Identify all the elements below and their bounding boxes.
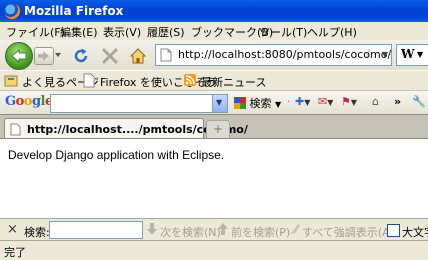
- plus-icon[interactable]: ✚▼: [295, 95, 310, 108]
- page-content: Develop Django application with Eclipse.: [0, 138, 428, 219]
- page-icon: [83, 73, 95, 88]
- tab-active[interactable]: http://localhost..../pmtools/cocomo/: [4, 118, 248, 140]
- reload-icon: [74, 48, 88, 63]
- google-logo[interactable]: Google: [5, 94, 53, 109]
- window-title: Mozilla Firefox: [24, 4, 124, 18]
- chevron-down-icon: [55, 53, 61, 57]
- google-search-button[interactable]: 検索 ▼: [234, 95, 281, 111]
- mail-icon[interactable]: ✉▼: [318, 95, 333, 108]
- status-bar: 完了: [0, 240, 428, 259]
- bookmarks-toolbar: よく見るページ Firefox を使いこなそう 最新ニュース: [0, 70, 428, 91]
- menu-tools[interactable]: ツール(T): [259, 24, 307, 40]
- bookmark-firefox-tips[interactable]: Firefox を使いこなそう: [82, 73, 217, 89]
- back-button[interactable]: [5, 42, 33, 70]
- find-label: 検索:: [24, 226, 50, 239]
- rss-feed-icon: [184, 74, 196, 86]
- match-case-label: 大文字: [402, 226, 428, 239]
- history-dropdown-button[interactable]: [53, 48, 63, 62]
- wrench-icon[interactable]: 🔧: [412, 95, 426, 108]
- close-icon[interactable]: ×: [7, 222, 18, 237]
- reload-button[interactable]: [72, 47, 90, 65]
- folder-icon: [4, 75, 18, 87]
- building-icon[interactable]: ⌂: [372, 95, 379, 108]
- wikipedia-icon: W: [401, 47, 415, 61]
- url-bar[interactable]: http://localhost:8080/pmtools/cocomo/ ☆ …: [155, 44, 392, 66]
- bookmark-latest-news[interactable]: 最新ニュース: [183, 73, 266, 89]
- home-icon: [129, 48, 147, 64]
- highlight-all-button[interactable]: すべて強調表示(A): [302, 224, 394, 240]
- find-bar: × 検索: 次を検索(N) 前を検索(P) すべて強調表示(A) 大文字: [0, 218, 428, 241]
- url-dropdown-icon[interactable]: ▼: [382, 50, 388, 59]
- chevron-down-icon: ▼: [275, 100, 282, 109]
- firefox-logo-icon: [4, 3, 20, 19]
- match-case-checkbox[interactable]: [387, 224, 400, 237]
- bookmark-icon[interactable]: ⚑▼: [341, 95, 357, 108]
- search-engine-box[interactable]: W ▼: [396, 44, 428, 66]
- bookmark-most-visited[interactable]: よく見るページ: [4, 73, 99, 89]
- tab-strip: http://localhost..../pmtools/cocomo/ +: [0, 114, 428, 140]
- arrow-down-icon: [147, 223, 157, 235]
- find-next-button[interactable]: 次を検索(N): [160, 224, 221, 240]
- forward-button[interactable]: [34, 47, 54, 65]
- page-icon: [10, 123, 21, 136]
- stop-button[interactable]: [101, 47, 119, 65]
- forward-arrow-icon: [38, 51, 49, 61]
- home-button[interactable]: [129, 47, 147, 65]
- google-toolbar: Google ▼ 検索 ▼ · ✚▼ ✉▼ ⚑▼ ⌂ » 🔧: [0, 90, 428, 115]
- new-tab-button[interactable]: +: [206, 120, 230, 139]
- window-titlebar: Mozilla Firefox: [0, 0, 428, 22]
- menu-file[interactable]: ファイル(F): [6, 24, 65, 40]
- find-input[interactable]: [49, 221, 143, 239]
- find-previous-button[interactable]: 前を検索(P): [231, 224, 290, 240]
- stop-icon: [102, 48, 118, 64]
- arrow-up-icon: [218, 223, 228, 235]
- back-arrow-icon: [11, 49, 27, 63]
- more-tools-button[interactable]: »: [394, 95, 401, 108]
- bookmark-star-icon[interactable]: ☆: [363, 47, 375, 62]
- menu-history[interactable]: 履歴(S): [147, 24, 185, 40]
- google-search-input[interactable]: ▼: [50, 94, 228, 113]
- menu-edit[interactable]: 編集(E): [60, 24, 98, 40]
- menu-bar: ファイル(F) 編集(E) 表示(V) 履歴(S) ブックマーク(B) ツール(…: [0, 22, 428, 40]
- menu-view[interactable]: 表示(V): [103, 24, 141, 40]
- highlighter-icon: [290, 224, 300, 234]
- url-text: http://localhost:8080/pmtools/cocomo/: [178, 48, 392, 61]
- google-search-dropdown[interactable]: ▼: [212, 95, 227, 112]
- toolbar-separator-icon: ·: [287, 95, 291, 108]
- navigation-toolbar: http://localhost:8080/pmtools/cocomo/ ☆ …: [0, 40, 428, 70]
- page-body-text: Develop Django application with Eclipse.: [8, 148, 225, 162]
- menu-help[interactable]: ヘルプ(H): [307, 24, 357, 40]
- chevron-down-icon: ▼: [417, 50, 424, 59]
- page-icon: [160, 48, 172, 62]
- google-g-icon: [234, 97, 246, 109]
